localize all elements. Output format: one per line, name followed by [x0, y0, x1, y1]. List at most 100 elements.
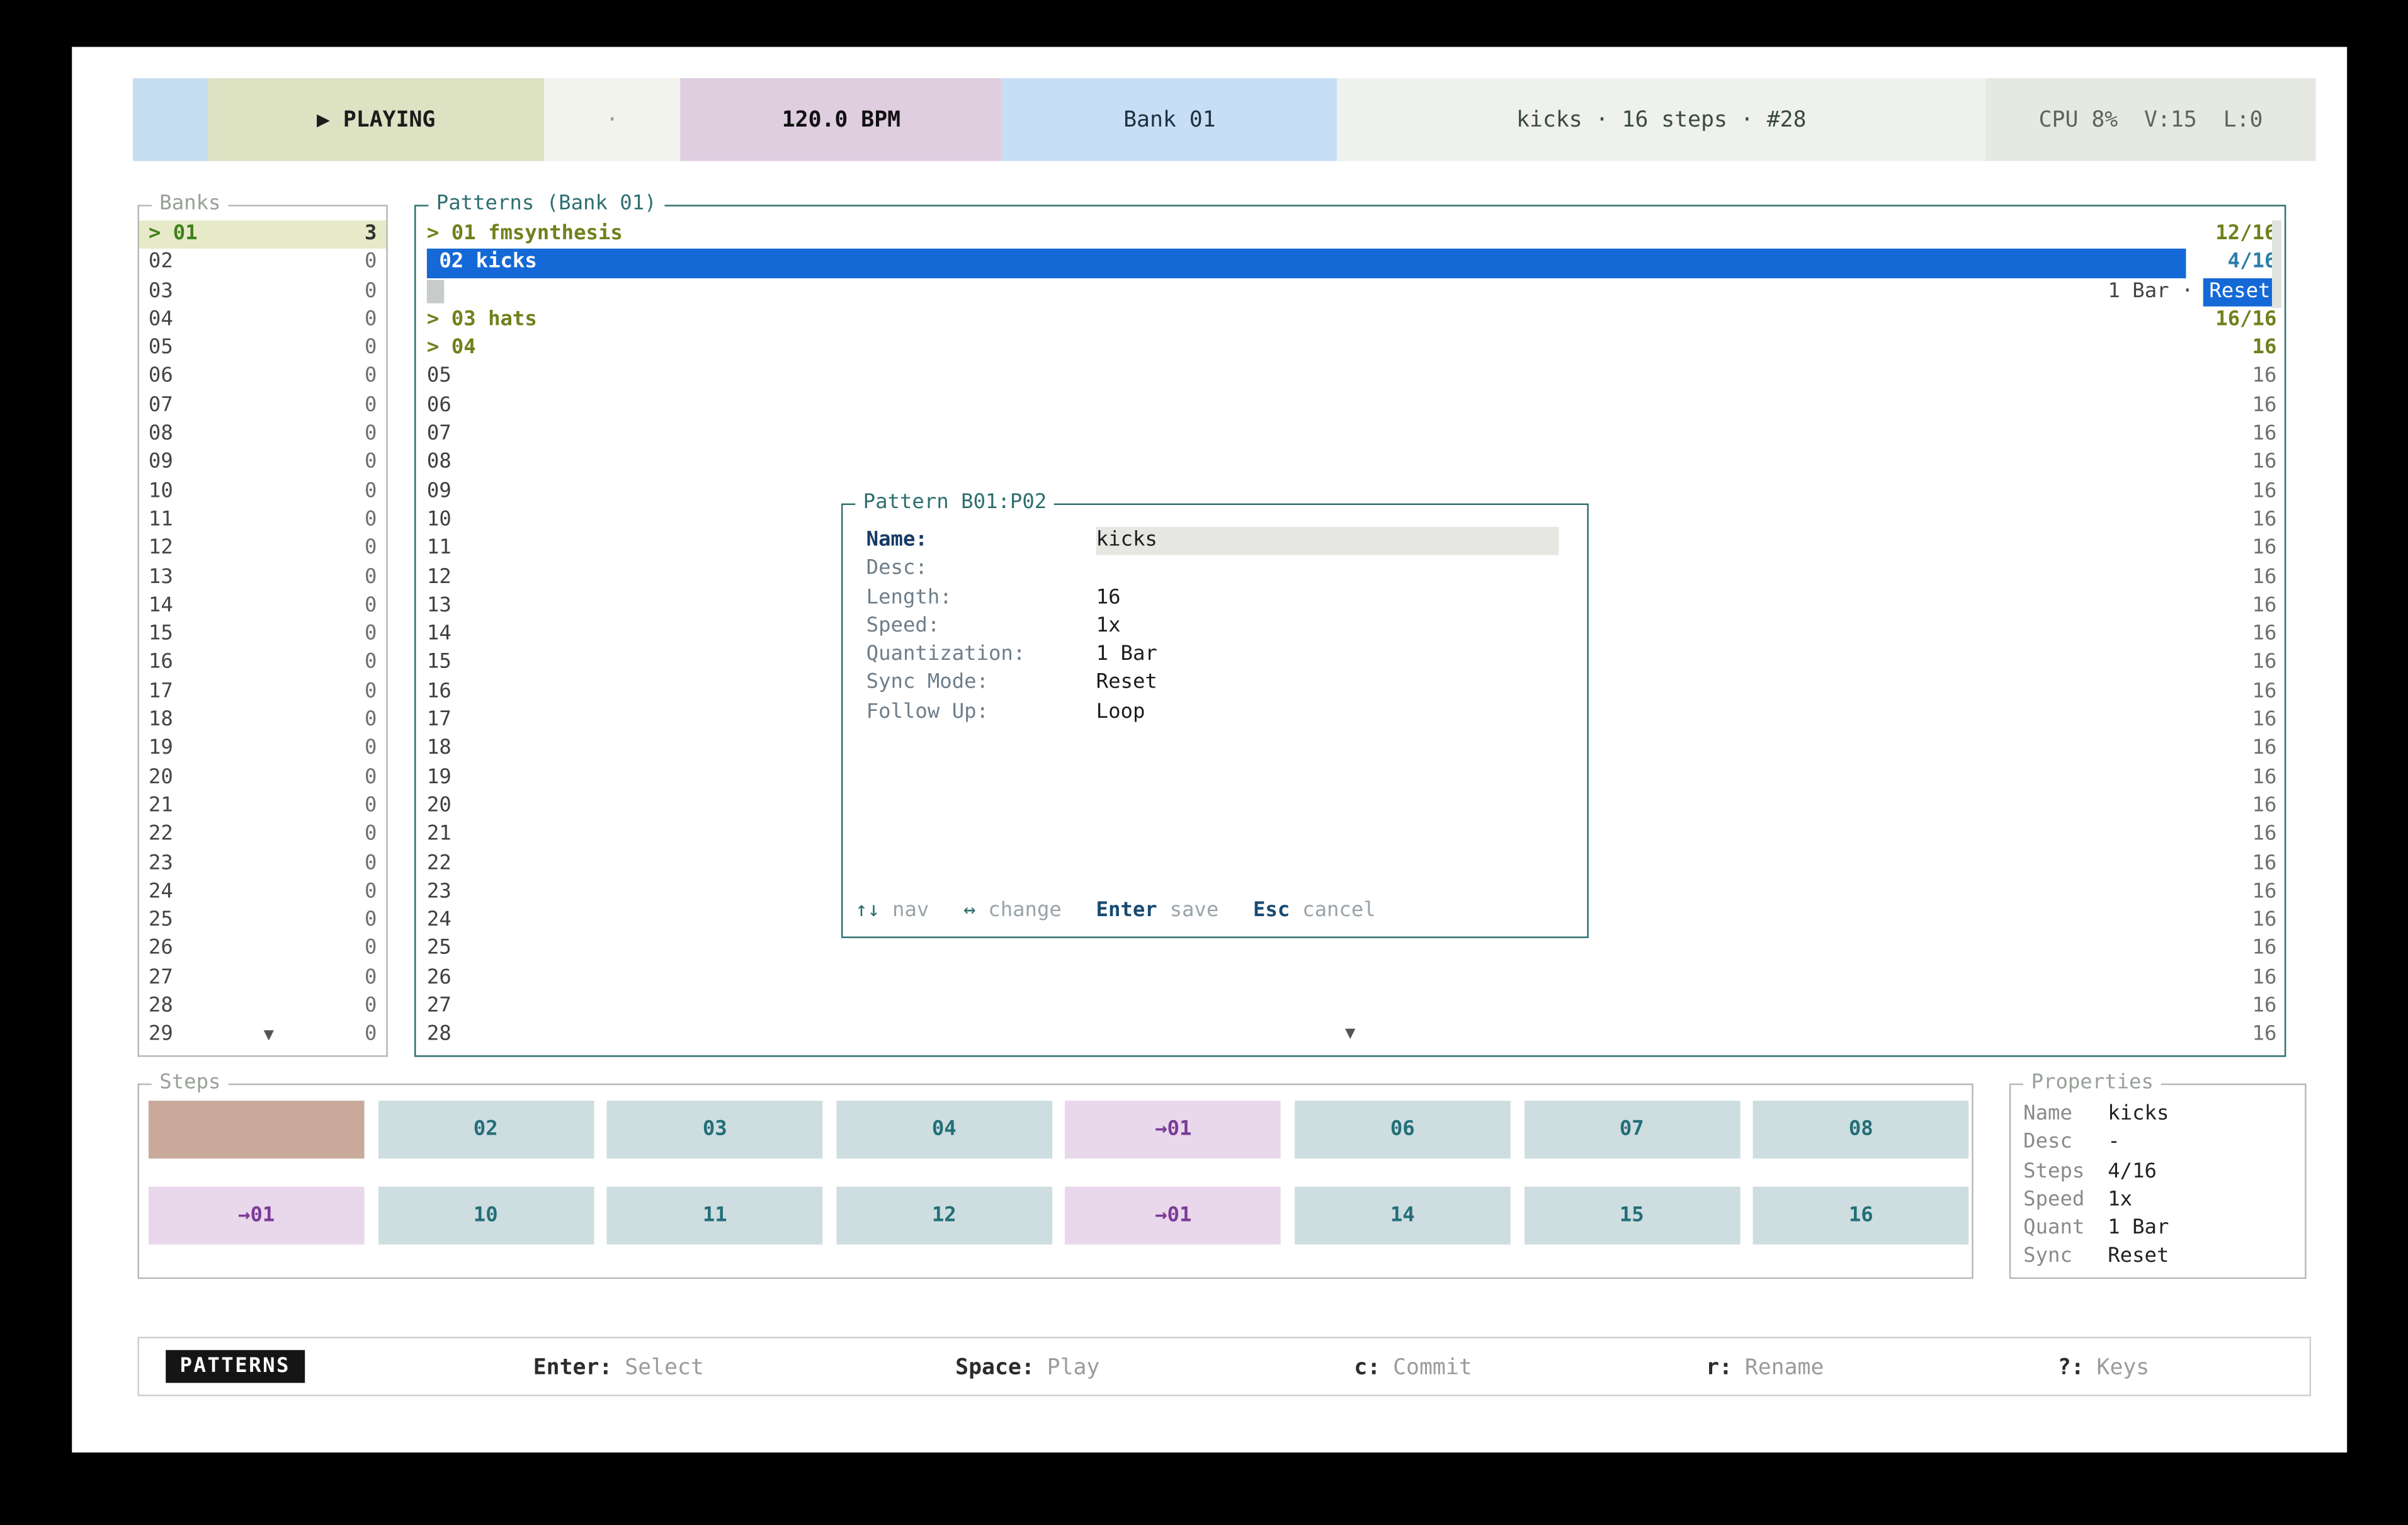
property-row: Quant1 Bar: [2023, 1215, 2305, 1244]
pattern-row[interactable]: 0716: [416, 421, 2285, 449]
bank-number: 05: [149, 335, 173, 363]
bank-row[interactable]: 080: [139, 421, 386, 449]
bank-number: 24: [149, 878, 173, 907]
modal-field-label: Follow Up:: [866, 698, 1096, 727]
bank-row[interactable]: 020: [139, 249, 386, 278]
statusbar-hint: c:Commit: [1354, 1339, 1472, 1398]
hint-key: ↔: [963, 899, 975, 922]
modal-field[interactable]: Sync Mode:Reset: [843, 670, 1587, 698]
pattern-row[interactable]: 0516: [416, 363, 2285, 392]
bank-pattern-count: 0: [365, 907, 377, 936]
modal-footer-hint: ↑↓nav: [855, 899, 929, 922]
pattern-row[interactable]: 08 16: [416, 450, 2285, 478]
bank-row[interactable]: 05 0: [139, 335, 386, 363]
pattern-row[interactable]: 0916: [416, 478, 2285, 506]
patterns-scrollbar-thumb[interactable]: [2272, 220, 2281, 308]
bank-row[interactable]: 140: [139, 592, 386, 621]
hint-key: Space:: [955, 1356, 1035, 1381]
bank-pattern-count: 0: [365, 850, 377, 878]
bank-row[interactable]: 200: [139, 764, 386, 792]
modal-field[interactable]: Follow Up:Loop: [843, 698, 1587, 727]
bank-row[interactable]: 210: [139, 793, 386, 821]
bank-row[interactable]: 110: [139, 506, 386, 535]
hint-key: ?:: [2058, 1356, 2084, 1381]
bank-row[interactable]: 23 0: [139, 850, 386, 878]
step-cell[interactable]: 07: [1524, 1101, 1740, 1159]
pattern-label: 23: [427, 878, 451, 907]
hint-desc: save: [1170, 899, 1219, 922]
property-row: Speed1x: [2023, 1186, 2305, 1215]
step-cell[interactable]: 08: [1753, 1101, 1969, 1159]
bank-row[interactable]: 240: [139, 878, 386, 907]
bank-row[interactable]: 040: [139, 306, 386, 334]
step-cell[interactable]: 03: [607, 1101, 823, 1159]
banks-list: > 01302003004005006007008009010011012013…: [139, 207, 386, 1050]
modal-field[interactable]: Name:kicks: [843, 527, 1587, 555]
pattern-row-selected[interactable]: 02 kicks4/16: [416, 249, 2285, 278]
pattern-step-count: 16: [2198, 450, 2276, 478]
bank-row[interactable]: 220: [139, 821, 386, 849]
step-cell[interactable]: 04: [836, 1101, 1052, 1159]
bank-row[interactable]: 130: [139, 564, 386, 592]
bank-row[interactable]: 070: [139, 392, 386, 421]
property-row: Steps4/16: [2023, 1158, 2305, 1186]
bank-row[interactable]: 250: [139, 907, 386, 936]
bank-pattern-count: 0: [365, 335, 377, 363]
pattern-row[interactable]: > 03 hats16/16: [416, 306, 2285, 334]
bank-row[interactable]: > 013: [139, 220, 386, 249]
pattern-label: 08: [427, 450, 451, 478]
pattern-step-count: 16: [2198, 936, 2276, 964]
bank-row[interactable]: 060: [139, 363, 386, 392]
bank-row[interactable]: 100: [139, 478, 386, 506]
bank-pattern-count: 0: [365, 793, 377, 821]
modal-field[interactable]: Quantization:1 Bar: [843, 642, 1587, 670]
step-cell[interactable]: →01: [1065, 1101, 1281, 1159]
pattern-row[interactable]: > 0416: [416, 335, 2285, 363]
step-cell[interactable]: 06: [1295, 1101, 1511, 1159]
bank-row[interactable]: 030: [139, 278, 386, 306]
bank-row[interactable]: 170: [139, 678, 386, 706]
pattern-label: 07: [427, 421, 451, 449]
modal-field[interactable]: Length:16: [843, 584, 1587, 613]
step-cell[interactable]: 14: [1295, 1187, 1511, 1245]
pattern-row[interactable]: 2616: [416, 964, 2285, 992]
pattern-label: 05: [427, 363, 451, 392]
topbar-separator: ·: [544, 78, 680, 161]
hint-desc: nav: [892, 899, 929, 922]
step-cell[interactable]: 11: [607, 1187, 823, 1245]
step-cell[interactable]: 16: [1753, 1187, 1969, 1245]
step-cell[interactable]: 02: [378, 1101, 594, 1159]
bank-row[interactable]: 190: [139, 735, 386, 764]
bank-number: 27: [149, 964, 173, 992]
step-cell[interactable]: 15: [1524, 1187, 1740, 1245]
step-cell[interactable]: →01: [149, 1187, 365, 1245]
step-cell[interactable]: →01: [1065, 1187, 1281, 1245]
pattern-row[interactable]: 2716: [416, 993, 2285, 1021]
banks-panel: Banks > 01302003004005006007008009010011…: [138, 205, 388, 1057]
hint-key: Enter:: [533, 1356, 613, 1381]
pattern-row[interactable]: > 01 fmsynthesis12/16: [416, 220, 2285, 249]
bank-row[interactable]: 090: [139, 450, 386, 478]
bank-number: 15: [149, 621, 173, 649]
pattern-row[interactable]: 0616: [416, 392, 2285, 421]
step-cell[interactable]: [149, 1101, 365, 1159]
bank-row[interactable]: 260: [139, 936, 386, 964]
pattern-row[interactable]: 2516: [416, 936, 2285, 964]
bank-row[interactable]: 280: [139, 993, 386, 1021]
step-cell[interactable]: 12: [836, 1187, 1052, 1245]
bank-row[interactable]: 27 0: [139, 964, 386, 992]
property-row: Namekicks: [2023, 1101, 2305, 1129]
bank-row[interactable]: 180: [139, 706, 386, 735]
bank-pattern-count: 0: [365, 964, 377, 992]
bank-number: 23: [149, 850, 173, 878]
bank-row[interactable]: 150: [139, 621, 386, 649]
modal-field[interactable]: Desc:: [843, 555, 1587, 584]
property-row: Desc-: [2023, 1130, 2305, 1158]
modal-field[interactable]: Speed:1x: [843, 613, 1587, 641]
modal-field-value: Reset: [1096, 670, 1157, 698]
bank-row[interactable]: 120: [139, 535, 386, 564]
step-cell[interactable]: 10: [378, 1187, 594, 1245]
bank-row[interactable]: 160: [139, 650, 386, 678]
bank-row[interactable]: 29▼0: [139, 1021, 386, 1050]
modal-field-label: Length:: [866, 584, 1096, 613]
